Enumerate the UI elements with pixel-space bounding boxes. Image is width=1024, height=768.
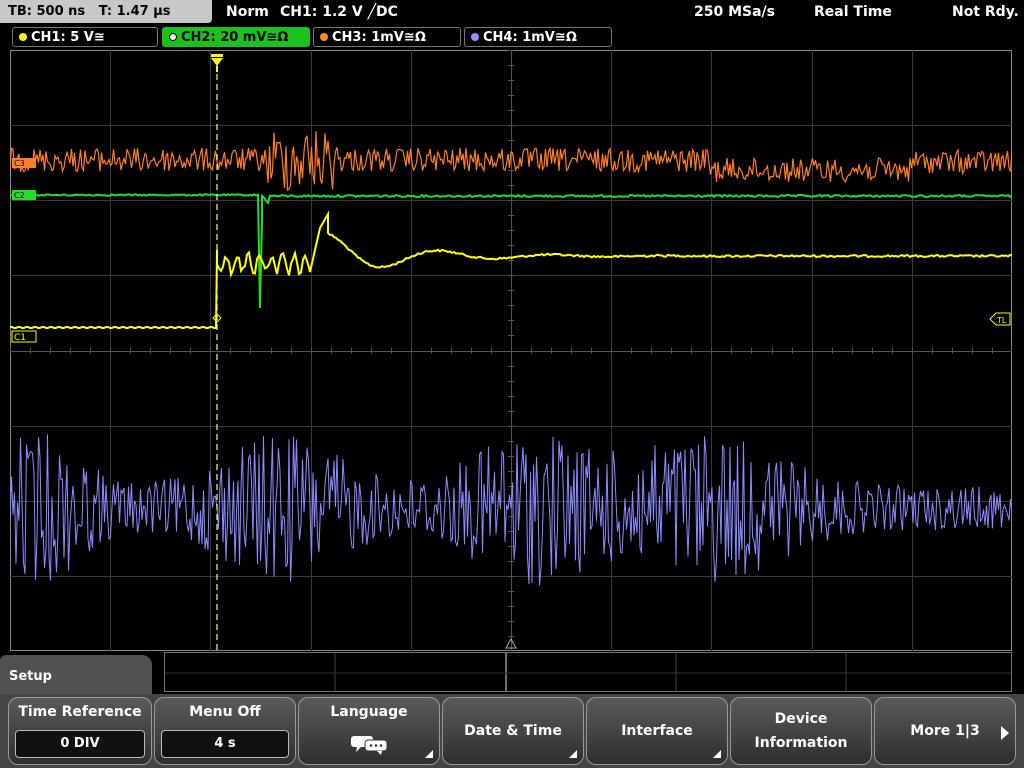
submenu-corner-icon [425,750,433,758]
sample-rate: 250 MSa/s [694,4,776,20]
channel-tab-ch1[interactable]: CH1: 5 V≅ [12,27,158,47]
timebase-box[interactable]: TB: 500 ns T: 1.47 µs [0,0,212,23]
svg-text:C3: C3 [14,159,25,168]
more-button[interactable]: More 1|3 [874,697,1016,765]
channel-tab-ch3[interactable]: CH3: 1mV≅Ω [313,27,461,47]
channel-bar: CH1: 5 V≅ CH2: 20 mV≅Ω CH3: 1mV≅Ω CH4: 1… [0,27,1024,49]
menu-title-tab: Setup [0,655,152,695]
device-info-label-line1: Device [774,711,828,727]
channel-label: CH3: 1mV≅Ω [332,30,426,45]
speech-bubbles-icon [351,736,388,755]
device-info-label-line2: Information [754,735,848,751]
c1-marker[interactable]: C1 [11,330,37,343]
acquisition-state: Not Rdy. [952,4,1019,20]
status-bar: TB: 500 ns T: 1.47 µs Norm CH1: 1.2 V ╱D… [0,0,1024,24]
device-information-button[interactable]: Device Information [730,697,872,765]
svg-text:C2: C2 [14,191,25,200]
menu-off-button[interactable]: Menu Off 4 s [154,697,296,765]
date-time-button[interactable]: Date & Time [442,697,584,765]
date-time-label: Date & Time [464,723,562,739]
more-label: More 1|3 [910,723,980,739]
menu-title: Setup [9,669,52,684]
menu-off-label: Menu Off [189,704,261,720]
interface-button[interactable]: Interface [586,697,728,765]
submenu-corner-icon [713,750,721,758]
trigger-mode[interactable]: Norm [226,0,269,24]
ch3-dot-icon [320,33,328,41]
c2-marker[interactable]: C2 [12,190,36,200]
time-reference-value[interactable]: 0 DIV [15,730,145,758]
ch1-dot-icon [19,33,27,41]
ch4-dot-icon [471,33,479,41]
trigger-setting[interactable]: CH1: 1.2 V ╱DC [280,0,398,24]
waveform-display[interactable]: C1 C2 C3 TL [10,50,1012,651]
interface-label: Interface [621,723,693,739]
acquisition-mode: Real Time [814,4,892,20]
time-reference-button[interactable]: Time Reference 0 DIV [8,697,152,765]
language-button[interactable]: Language [298,697,440,765]
time-reference-label: Time Reference [18,704,142,720]
channel-label: CH4: 1mV≅Ω [483,30,577,45]
menu-off-value[interactable]: 4 s [161,730,289,758]
svg-text:C1: C1 [14,333,26,343]
timebase-value: TB: 500 ns [8,4,86,19]
info-panel [164,652,1012,692]
channel-label: CH1: 5 V≅ [31,30,105,45]
trigger-time-value: T: 1.47 µs [98,4,171,19]
channel-tab-ch2[interactable]: CH2: 20 mV≅Ω [162,27,310,47]
submenu-corner-icon [569,750,577,758]
c3-marker[interactable]: C3 [12,158,36,168]
arrow-right-icon [1001,726,1009,740]
channel-tab-ch4[interactable]: CH4: 1mV≅Ω [464,27,612,47]
ch2-dot-icon [169,33,177,41]
language-label: Language [330,704,408,720]
channel-label: CH2: 20 mV≅Ω [181,30,289,45]
svg-text:TL: TL [996,316,1007,325]
